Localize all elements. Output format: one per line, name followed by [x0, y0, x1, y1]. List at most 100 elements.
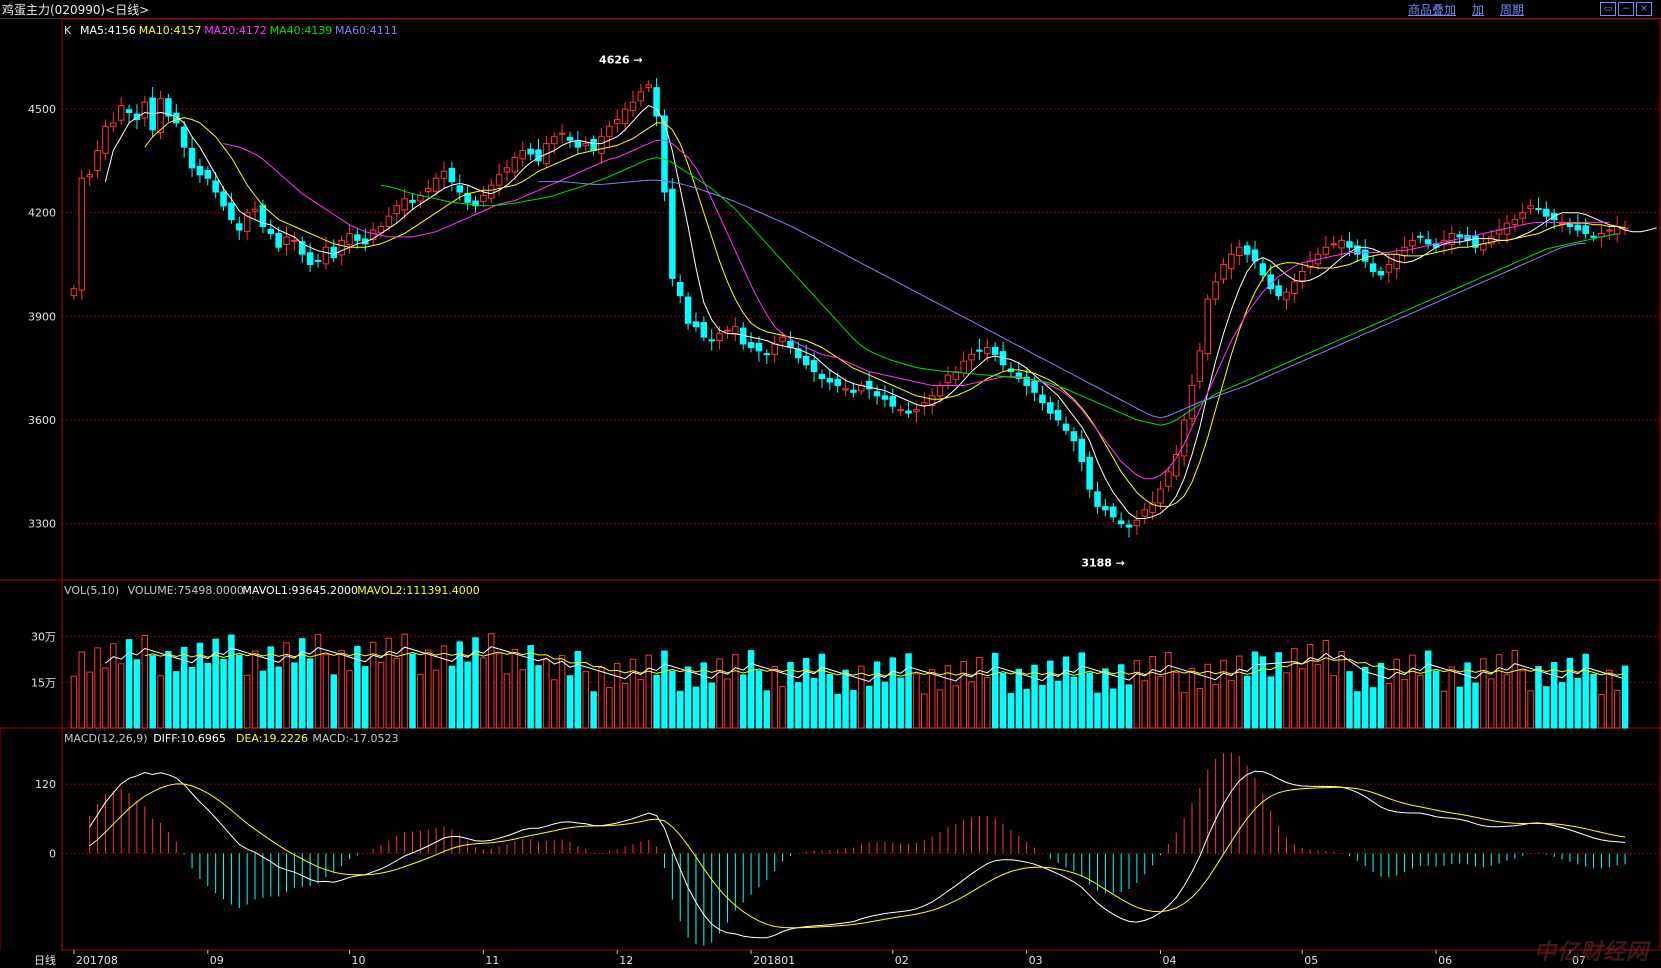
candle-body [621, 108, 629, 125]
candle-body [1196, 350, 1204, 382]
candle-body [354, 234, 361, 241]
volume-bar [944, 665, 952, 729]
candle-body [519, 150, 526, 160]
volume-bar [881, 681, 889, 729]
candle-body [330, 246, 338, 259]
macd-panel-frame [61, 727, 1661, 951]
candlestick-chart[interactable]: 33003600390042004500K MA5:4156 MA10:4157 MA… [0, 18, 1661, 968]
volume-bar [1259, 656, 1267, 729]
volume-bar [755, 670, 763, 729]
volume-bar [1314, 664, 1322, 729]
volume-bar [928, 669, 936, 729]
candle-body [291, 239, 298, 242]
candle-body [196, 165, 204, 176]
volume-bar [1243, 675, 1251, 729]
volume-bar [1251, 651, 1259, 729]
volume-bar [779, 686, 786, 729]
candle-body [936, 384, 944, 397]
volume-bar [960, 661, 967, 729]
volume-bar [1385, 683, 1393, 729]
volume-bar [716, 658, 723, 729]
volume-legend-item: MAVOL2:111391.4000 [357, 584, 480, 597]
volume-legend-item: MAVOL1:93645.2000 [242, 584, 358, 597]
x-tick-label: 12 [619, 954, 633, 967]
candle-body [1220, 264, 1227, 280]
close-icon[interactable]: × [1636, 2, 1652, 16]
candle-body [1039, 394, 1046, 404]
volume-bar [377, 661, 385, 729]
candle-body [724, 329, 731, 332]
volume-bar [850, 689, 857, 729]
volume-bar [1047, 660, 1054, 729]
candle-body [1235, 246, 1243, 257]
candle-body [1228, 253, 1235, 270]
candle-body [921, 402, 928, 406]
volume-bar [1543, 686, 1550, 729]
period-label: 日线 [34, 953, 56, 967]
volume-bar [259, 670, 267, 729]
period-button[interactable]: 周期 [1500, 1, 1524, 18]
volume-bar [889, 657, 897, 729]
candle-body [1031, 380, 1038, 393]
candle-body [204, 170, 212, 179]
x-tick-label: 02 [895, 954, 909, 967]
candle-body [251, 208, 259, 212]
candle-body [1078, 438, 1086, 462]
volume-bar [558, 655, 566, 729]
volume-bar [637, 678, 645, 729]
candle-body [590, 138, 597, 152]
volume-bar [448, 665, 456, 729]
volume-bar [511, 649, 519, 729]
volume-bar [535, 665, 542, 729]
volume-bar [1574, 677, 1582, 729]
volume-bar [1157, 676, 1164, 729]
volume-bar [432, 669, 440, 729]
volume-bar [1110, 688, 1117, 729]
price-panel-frame [61, 18, 1661, 581]
candle-body [125, 109, 133, 114]
volume-bar [550, 679, 558, 729]
macd-legend-item: DIFF:10.6965 [153, 732, 226, 745]
candle-body [393, 205, 401, 214]
candle-body [188, 147, 196, 169]
volume-bar [999, 672, 1007, 729]
volume-bar [1283, 672, 1290, 729]
minimize-icon[interactable]: − [1618, 2, 1634, 16]
candle-body [818, 373, 826, 380]
volume-bar [897, 677, 904, 729]
volume-bar [1062, 656, 1070, 729]
volume-bar [952, 685, 960, 729]
candle-body [598, 136, 605, 154]
volume-bar [661, 650, 668, 729]
candle-body [842, 388, 849, 391]
candle-body [897, 409, 904, 412]
volume-bar [503, 673, 511, 729]
volume-bar [1361, 667, 1369, 729]
candle-body [1086, 456, 1093, 490]
volume-bar [236, 654, 243, 729]
candle-body [1094, 491, 1101, 507]
volume-bar [70, 675, 78, 729]
volume-bar [873, 661, 881, 729]
commodity-overlay-button[interactable]: 商品叠加 [1408, 1, 1456, 18]
candle-body [1511, 219, 1519, 225]
volume-bar [519, 669, 526, 729]
volume-bar [1558, 682, 1566, 729]
candle-body [70, 288, 78, 297]
dea-line [89, 783, 1626, 929]
volume-bar [795, 682, 802, 729]
volume-bar [1212, 683, 1219, 729]
candle-body [1070, 431, 1078, 442]
candle-body [385, 215, 393, 228]
volume-bar [480, 657, 487, 729]
restore-icon[interactable]: ▭ [1600, 2, 1616, 16]
candle-body [747, 342, 755, 348]
add-button[interactable]: 加 [1472, 1, 1484, 18]
candle-body [810, 360, 818, 373]
watermark-logo: 中亿财经网 [1533, 940, 1649, 965]
volume-bar [243, 674, 251, 729]
volume-bar [739, 674, 747, 729]
candle-body [1141, 509, 1149, 517]
x-tick-label: 10 [352, 954, 366, 967]
candle-body [1527, 205, 1534, 210]
